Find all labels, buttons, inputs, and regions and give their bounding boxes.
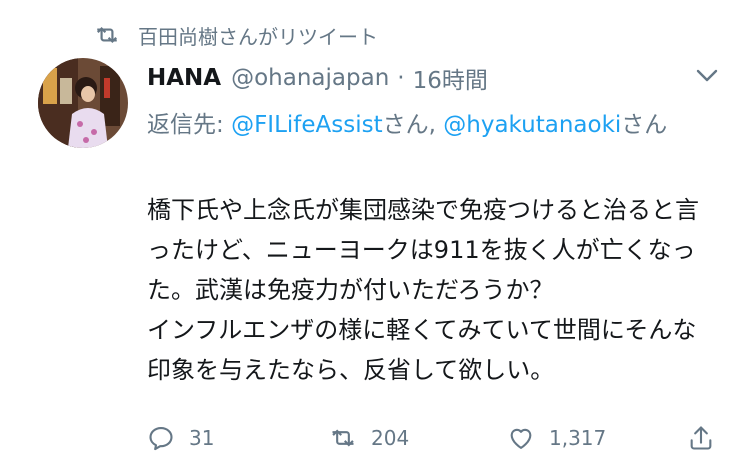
reply-prefix: 返信先: bbox=[147, 112, 232, 138]
share-button[interactable] bbox=[687, 418, 729, 458]
tweet-timestamp[interactable]: 16時間 bbox=[413, 61, 488, 95]
share-icon bbox=[690, 426, 712, 450]
retweet-label: 百田尚樹さんがリツイート bbox=[138, 24, 378, 49]
reply-separator: さん, bbox=[382, 112, 444, 138]
mention-link[interactable]: @FILifeAssist bbox=[231, 112, 383, 138]
reply-context: 返信先: @FILifeAssistさん, @hyakutanaokiさん bbox=[147, 105, 727, 145]
reply-button[interactable]: 31 bbox=[147, 418, 214, 458]
chevron-down-icon[interactable] bbox=[692, 62, 722, 88]
tweet-body: 橋下氏や上念氏が集団感染で免疫つけると治ると言ったけど、ニューヨークは911を抜… bbox=[147, 190, 717, 390]
retweet-icon bbox=[97, 26, 117, 44]
retweet-icon bbox=[332, 429, 354, 447]
display-name[interactable]: HANA bbox=[147, 65, 221, 91]
retweet-button[interactable]: 204 bbox=[329, 418, 409, 458]
user-handle[interactable]: @ohanajapan bbox=[231, 65, 389, 91]
tweet-paragraph: 橋下氏や上念氏が集団感染で免疫つけると治ると言ったけど、ニューヨークは911を抜… bbox=[147, 196, 699, 304]
separator-dot: · bbox=[397, 65, 405, 91]
retweet-count: 204 bbox=[371, 426, 410, 450]
retweet-context[interactable]: 百田尚樹さんがリツイート bbox=[94, 20, 378, 50]
tweet-header: HANA @ohanajapan · 16時間 bbox=[147, 60, 488, 96]
avatar-image bbox=[38, 58, 128, 148]
tweet-paragraph: インフルエンザの様に軽くてみていて世間にそんな印象を与えたなら、反省して欲しい。 bbox=[147, 316, 697, 384]
tweet-actions: 31 204 1,317 bbox=[147, 418, 727, 458]
reply-icon bbox=[149, 427, 173, 451]
like-count: 1,317 bbox=[549, 426, 607, 450]
reply-suffix: さん bbox=[621, 112, 668, 138]
reply-count: 31 bbox=[189, 426, 215, 450]
mention-link[interactable]: @hyakutanaoki bbox=[443, 112, 621, 138]
avatar[interactable] bbox=[38, 58, 128, 148]
heart-icon bbox=[510, 428, 532, 449]
like-button[interactable]: 1,317 bbox=[507, 418, 606, 458]
